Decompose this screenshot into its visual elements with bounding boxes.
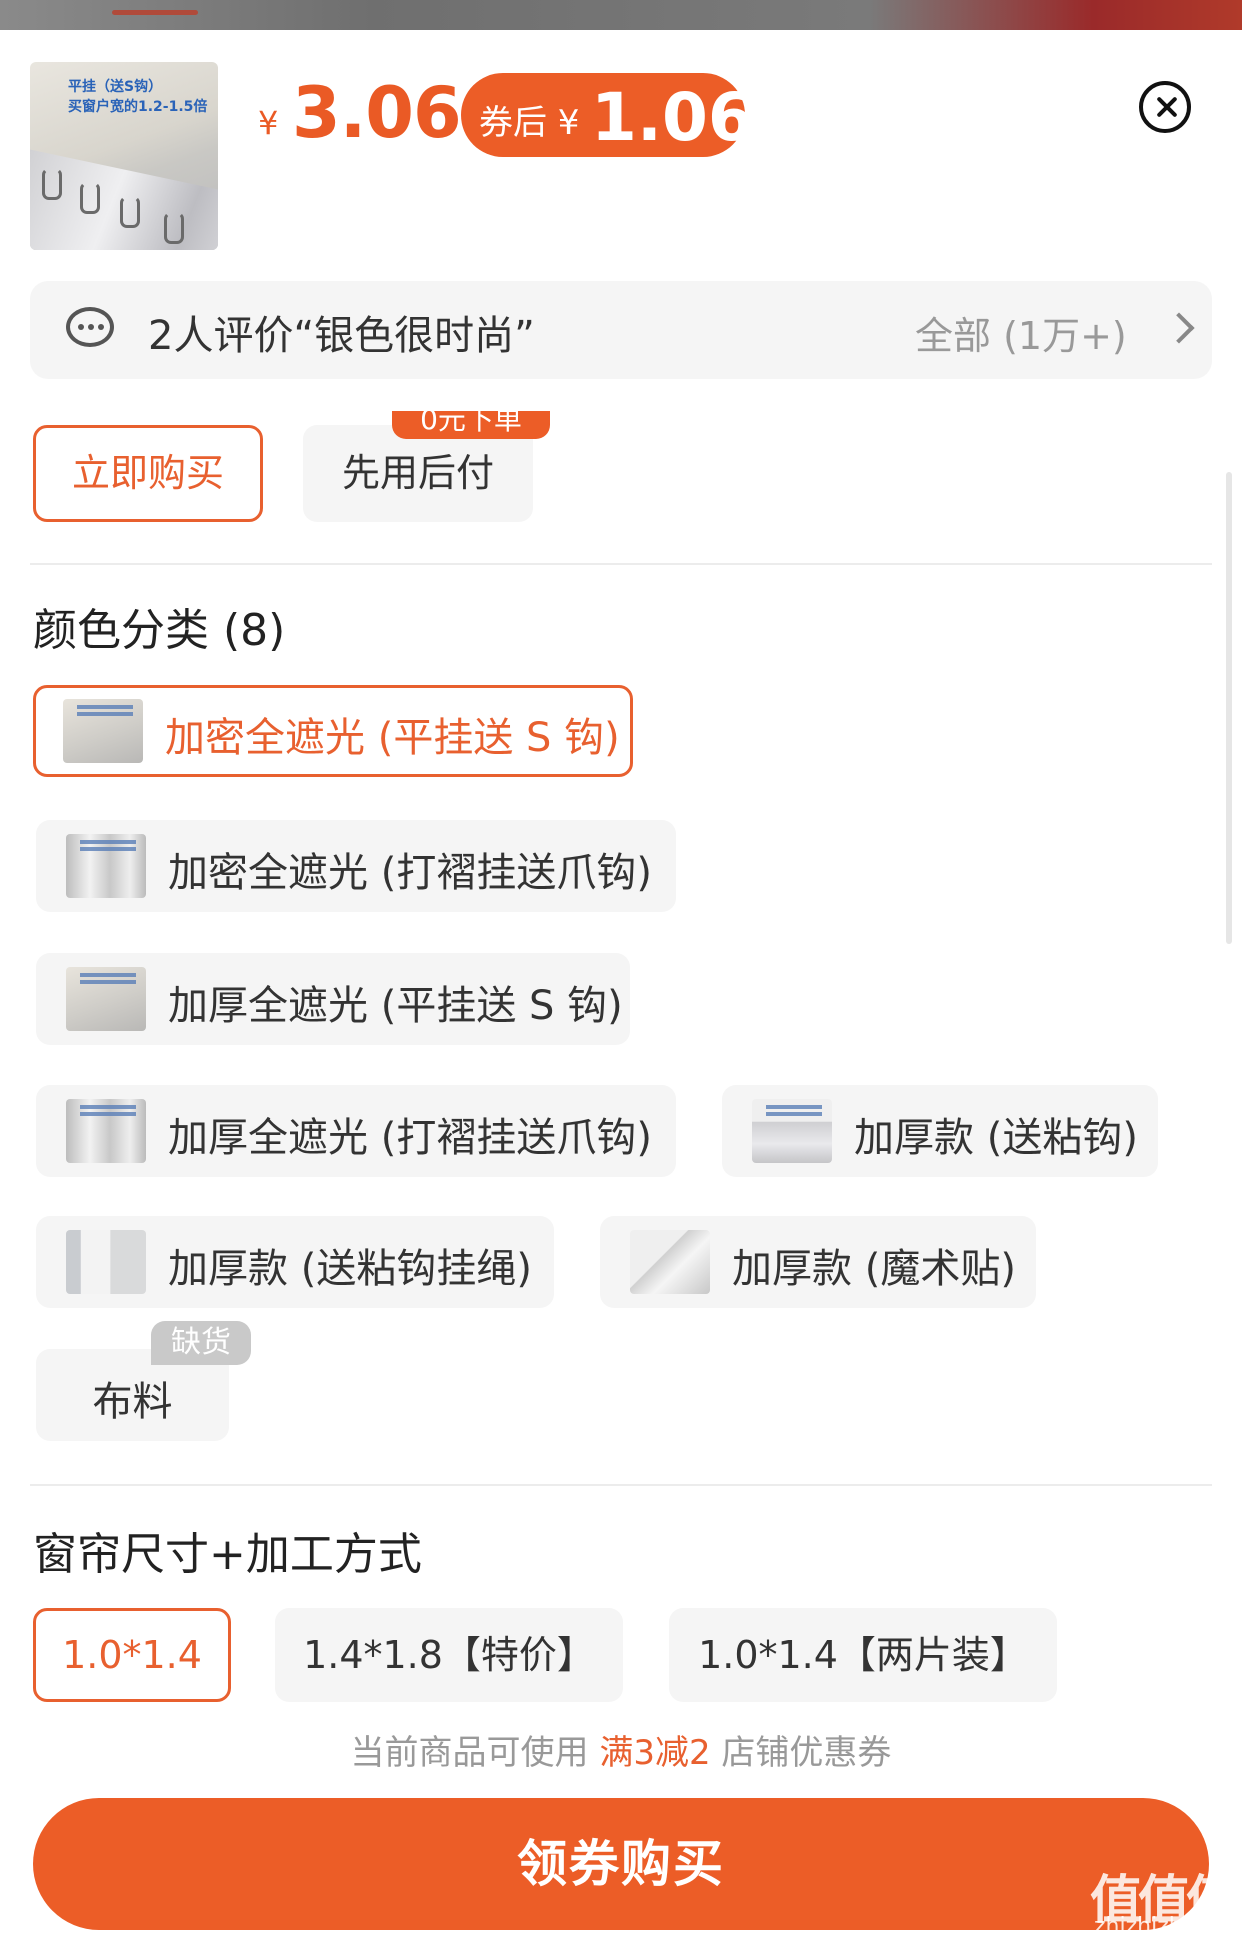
top-backdrop	[0, 0, 1242, 30]
shop-coupon-notice: 当前商品可使用 满3减2 店铺优惠券	[0, 1725, 1242, 1774]
review-summary-text: 2人评价“银色很时尚”	[148, 313, 535, 359]
scrollbar[interactable]	[1226, 472, 1232, 944]
section-divider	[30, 563, 1212, 565]
promo-prefix: 当前商品可使用	[350, 1733, 600, 1773]
curtain-hook-thumb-icon	[66, 967, 146, 1031]
curtain-pleat-thumb-icon	[66, 1099, 146, 1163]
promo-highlight: 满3减2	[599, 1733, 711, 1773]
s-hook-icon	[120, 196, 140, 228]
curtain-pleat-thumb-icon	[66, 834, 146, 898]
color-option[interactable]: 加厚款 (送粘钩)	[722, 1085, 1158, 1177]
coupon-price-value: 1.06	[591, 79, 754, 156]
color-option-label: 加厚款 (魔术贴)	[732, 1246, 1016, 1292]
coupon-price-badge: 券后 ¥ 1.06	[461, 73, 754, 157]
color-option[interactable]: 加厚全遮光 (打褶挂送爪钩)	[36, 1085, 676, 1177]
size-option[interactable]: 1.4*1.8【特价】	[275, 1608, 623, 1702]
curtain-hook-thumb-icon	[63, 699, 143, 763]
buy-now-option[interactable]: 立即购买	[33, 425, 263, 522]
color-option[interactable]: 加厚款 (送粘钩挂绳)	[36, 1216, 554, 1308]
color-option-label: 加厚全遮光 (平挂送 S 钩)	[168, 983, 623, 1029]
color-option-label: 加厚款 (送粘钩)	[854, 1115, 1138, 1161]
pay-later-option[interactable]: 先用后付	[303, 425, 533, 522]
color-option[interactable]: 加厚款 (魔术贴)	[600, 1216, 1036, 1308]
size-section-title: 窗帘尺寸+加工方式	[33, 1529, 422, 1580]
chevron-right-icon	[1163, 312, 1195, 344]
claim-coupon-buy-button[interactable]: 领券购买	[33, 1798, 1209, 1930]
chat-bubble-icon	[66, 307, 114, 347]
s-hook-icon	[164, 212, 184, 244]
close-icon[interactable]	[1139, 81, 1191, 133]
color-option[interactable]: 加密全遮光 (打褶挂送爪钩)	[36, 820, 676, 912]
product-image-caption: 买窗户宽的1.2-1.5倍	[68, 99, 208, 115]
product-image-caption: 平挂（送S钩）	[68, 79, 163, 95]
section-divider	[30, 1484, 1212, 1486]
color-option-label: 布料	[92, 1379, 173, 1425]
magic-tape-thumb-icon	[630, 1230, 710, 1294]
promo-suffix: 店铺优惠券	[710, 1733, 892, 1773]
currency-symbol: ¥	[258, 104, 279, 142]
color-option[interactable]: 加厚全遮光 (平挂送 S 钩)	[36, 953, 630, 1045]
size-option[interactable]: 1.0*1.4	[33, 1608, 231, 1702]
review-summary-bar[interactable]: 2人评价“银色很时尚” 全部 (1万+)	[30, 281, 1212, 379]
out-of-stock-badge: 缺货	[151, 1321, 251, 1365]
color-option-label: 加厚款 (送粘钩挂绳)	[168, 1246, 532, 1292]
all-reviews-link[interactable]: 全部 (1万+)	[915, 305, 1127, 360]
s-hook-icon	[42, 168, 62, 200]
curtain-rod-thumb-icon	[752, 1099, 832, 1163]
coupon-price-label: 券后 ¥	[479, 103, 580, 143]
zero-yuan-order-badge: 0元下单	[392, 411, 550, 439]
color-section-title: 颜色分类 (8)	[33, 605, 286, 656]
color-option-label: 加厚全遮光 (打褶挂送爪钩)	[168, 1115, 652, 1161]
color-option-label: 加密全遮光 (平挂送 S 钩)	[165, 715, 620, 761]
s-hook-icon	[80, 182, 100, 214]
watermark-url: zhizhizhi.com	[1094, 1914, 1242, 1939]
window-curtain-thumb-icon	[66, 1230, 146, 1294]
color-option-label: 加密全遮光 (打褶挂送爪钩)	[168, 850, 652, 896]
sheet-drag-handle[interactable]	[112, 10, 198, 15]
color-option[interactable]: 加密全遮光 (平挂送 S 钩)	[33, 685, 633, 777]
size-option[interactable]: 1.0*1.4【两片装】	[669, 1608, 1057, 1702]
product-price: 3.06	[292, 72, 462, 154]
product-image[interactable]: 平挂（送S钩） 买窗户宽的1.2-1.5倍	[30, 62, 218, 250]
